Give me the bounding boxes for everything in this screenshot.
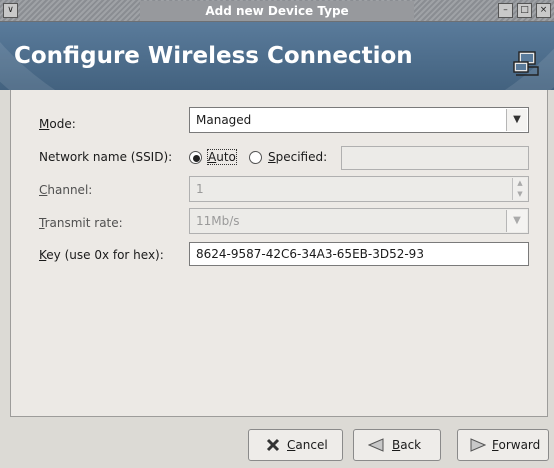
transmit-rate-value: 11Mb/s	[196, 214, 240, 228]
close-icon: ×	[539, 5, 548, 15]
transmit-rate-label: Transmit rate:	[39, 216, 123, 230]
channel-label: Channel:	[39, 183, 93, 197]
radio-selected-dot	[193, 155, 200, 162]
window-titlebar[interactable]: ∨ Add new Device Type – □ ×	[0, 0, 554, 22]
cancel-x-icon	[266, 438, 280, 452]
maximize-button[interactable]: □	[517, 3, 532, 18]
page-title: Configure Wireless Connection	[14, 43, 413, 69]
back-button[interactable]: Back	[353, 429, 441, 461]
key-input[interactable]: 8624-9587-42C6-34A3-65EB-3D52-93	[189, 242, 529, 266]
content-panel: Mode: Managed ▼ Network name (SSID): Aut…	[10, 90, 548, 417]
cancel-label: Cancel	[287, 438, 328, 452]
close-button[interactable]: ×	[536, 3, 551, 18]
ssid-auto-radio[interactable]	[189, 151, 202, 164]
forward-button[interactable]: Forward	[457, 429, 549, 461]
chevron-down-icon: ∨	[7, 5, 14, 15]
channel-value: 1	[196, 182, 204, 196]
chevron-down-icon: ▼	[506, 210, 527, 232]
mode-label: Mode:	[39, 117, 76, 131]
ssid-label: Network name (SSID):	[39, 150, 173, 164]
chevron-down-icon: ▼	[506, 109, 527, 131]
forward-label: Forward	[492, 438, 541, 452]
channel-spinbox[interactable]: 1 ▲ ▼	[189, 176, 529, 202]
mode-select[interactable]: Managed ▼	[189, 107, 529, 133]
back-arrow-icon	[368, 438, 384, 452]
spin-down-icon[interactable]: ▼	[512, 189, 527, 200]
forward-arrow-icon	[470, 438, 486, 452]
key-label: Key (use 0x for hex):	[39, 248, 164, 262]
maximize-icon: □	[520, 5, 529, 15]
ssid-auto-label[interactable]: Auto	[207, 149, 237, 165]
back-label: Back	[392, 438, 422, 452]
ssid-specified-label[interactable]: Specified:	[268, 150, 327, 164]
transmit-rate-select[interactable]: 11Mb/s ▼	[189, 208, 529, 234]
header-banner: Configure Wireless Connection	[0, 22, 554, 90]
spin-up-icon[interactable]: ▲	[512, 178, 527, 189]
window-title: Add new Device Type	[140, 1, 414, 21]
minimize-button[interactable]: –	[498, 3, 513, 18]
ssid-specified-input[interactable]	[341, 146, 529, 170]
minimize-icon: –	[503, 5, 508, 15]
mode-value: Managed	[196, 113, 252, 127]
network-computer-icon	[513, 51, 539, 76]
window-menu-button[interactable]: ∨	[3, 3, 18, 18]
ssid-specified-radio[interactable]	[249, 151, 262, 164]
cancel-button[interactable]: Cancel	[248, 429, 343, 461]
